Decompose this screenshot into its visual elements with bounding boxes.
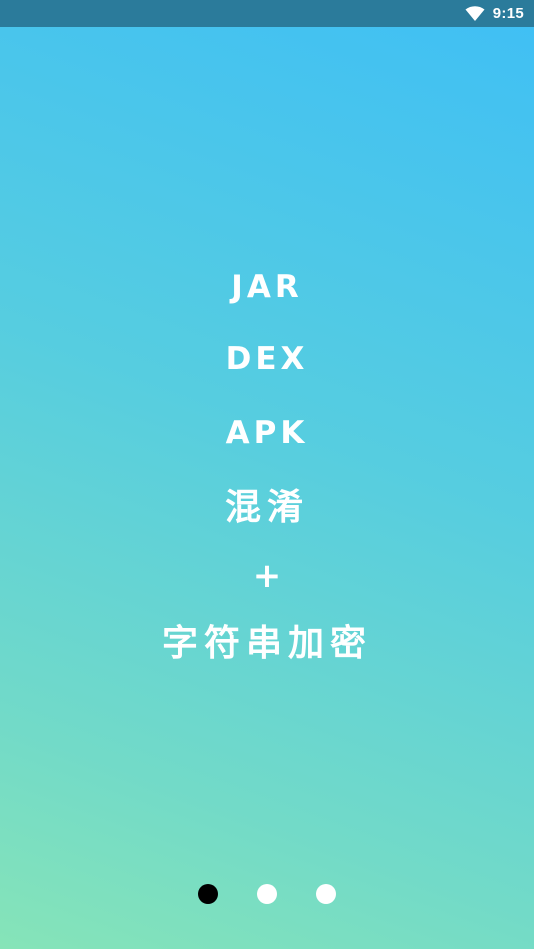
- text-string-encryption: 字符串加密: [161, 623, 372, 664]
- text-jar: JAR: [231, 269, 303, 305]
- wifi-icon: [465, 5, 485, 21]
- page-dot-2[interactable]: [257, 884, 277, 904]
- text-plus: +: [252, 556, 282, 596]
- intro-content: JAR DEX APK 混淆 + 字符串加密: [0, 262, 534, 669]
- status-icons: 9:15: [465, 0, 524, 27]
- page-dot-3[interactable]: [316, 884, 336, 904]
- text-apk: APK: [225, 415, 309, 451]
- page-dot-1[interactable]: [198, 884, 218, 904]
- text-dex: DEX: [225, 341, 309, 377]
- page-indicator: [0, 884, 534, 904]
- text-obfuscation: 混淆: [224, 487, 309, 528]
- status-bar: 9:15: [0, 0, 534, 27]
- status-time: 9:15: [492, 5, 524, 22]
